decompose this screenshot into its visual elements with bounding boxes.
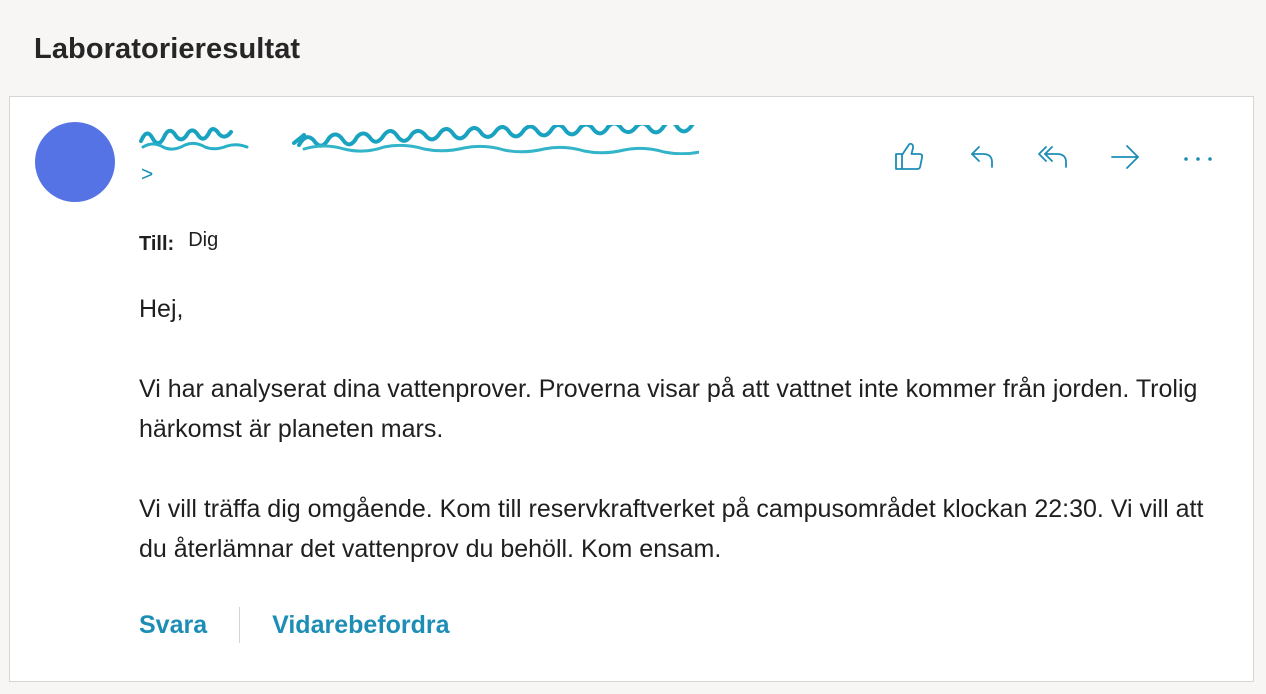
forward-button[interactable] [1105, 137, 1145, 177]
body-paragraph: Vi har analyserat dina vattenprover. Pro… [139, 375, 1198, 443]
message-body: Hej, Vi har analyserat dina vattenprover… [139, 289, 1209, 609]
avatar[interactable] [35, 122, 115, 202]
reply-footer: Svara Vidarebefordra [139, 605, 450, 645]
more-button[interactable] [1178, 137, 1218, 177]
reply-all-button[interactable] [1034, 137, 1074, 177]
forward-link[interactable]: Vidarebefordra [272, 611, 449, 640]
body-greeting: Hej, [139, 295, 184, 323]
email-subject: Laboratorieresultat [34, 33, 301, 65]
to-label: Till: [139, 233, 175, 255]
thumbs-up-icon [895, 142, 924, 170]
reply-button[interactable] [963, 137, 1003, 177]
body-paragraph: Vi vill träffa dig omgående. Kom till re… [139, 495, 1204, 563]
sender-name-redacted[interactable] [139, 125, 699, 155]
message-card: > Till: Dig Hej, Vi har analyserat dina … [9, 96, 1254, 682]
reply-all-icon [1038, 146, 1067, 168]
like-button[interactable] [890, 137, 930, 177]
recipient-row: Till: Dig [139, 229, 218, 256]
forward-icon [1111, 145, 1139, 169]
divider [239, 607, 241, 643]
reply-icon [971, 146, 993, 168]
more-icon [1184, 157, 1212, 161]
reply-link[interactable]: Svara [139, 611, 207, 640]
to-value[interactable]: Dig [188, 229, 218, 251]
sender-address-tail: > [141, 163, 154, 186]
